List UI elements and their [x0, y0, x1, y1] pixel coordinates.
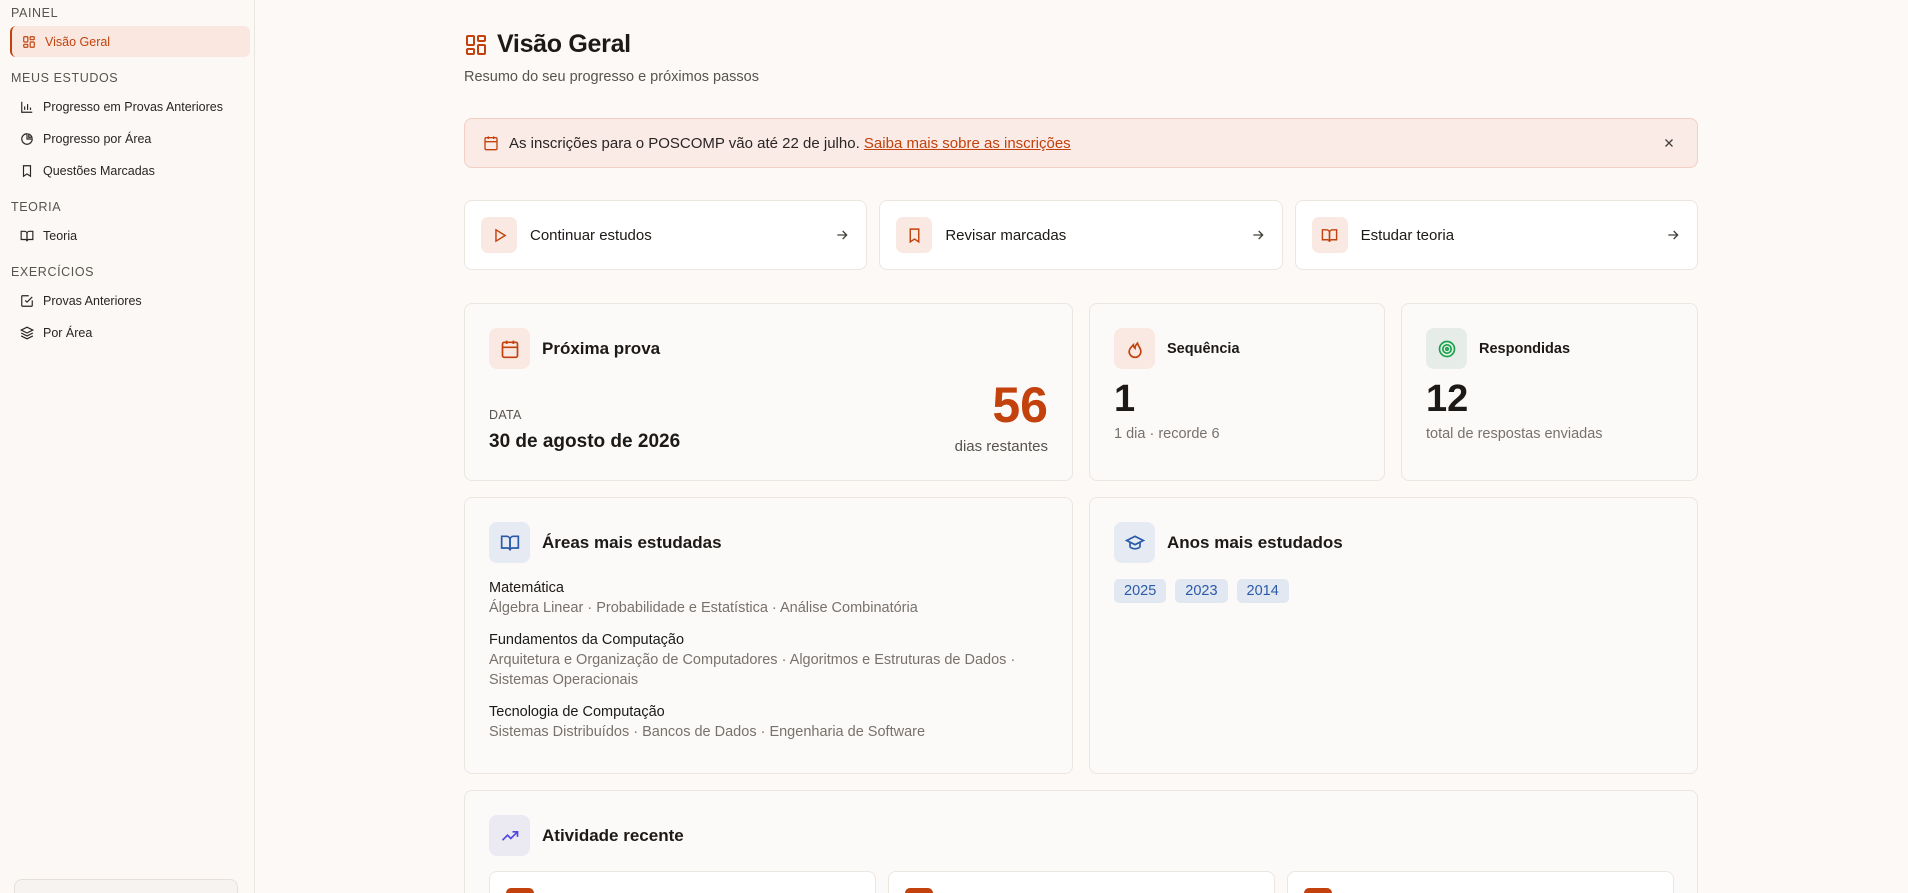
- sidebar-section-painel: PAINEL: [11, 6, 59, 20]
- area-name: Tecnologia de Computação: [489, 704, 665, 720]
- streak-card: Sequência 1 1 dia · recorde 6: [1089, 303, 1385, 481]
- activity-item[interactable]: [888, 871, 1275, 893]
- area-topics: Arquitetura e Organização de Computadore…: [489, 652, 1016, 688]
- sidebar-item-questoes-marcadas[interactable]: Questões Marcadas: [10, 155, 250, 186]
- close-icon: [1665, 139, 1673, 147]
- activity-badge: [506, 888, 534, 893]
- arrow-right-icon: [1668, 230, 1679, 240]
- flame-icon: [1127, 341, 1142, 358]
- graduation-cap-icon: [1124, 534, 1145, 550]
- sidebar-item-label: Provas Anteriores: [43, 293, 142, 308]
- years-chips: 2025 2023 2014: [1114, 579, 1289, 603]
- sidebar-footer-card[interactable]: [14, 879, 238, 893]
- card-title: Áreas mais estudadas: [542, 532, 722, 552]
- arrow-right-icon: [1252, 230, 1264, 240]
- area-name: Matemática: [489, 580, 564, 596]
- year-chip[interactable]: 2023: [1175, 579, 1228, 603]
- calendar-icon: [484, 136, 498, 151]
- play-icon: [494, 228, 507, 242]
- year-chip[interactable]: 2014: [1236, 579, 1289, 603]
- card-title: Anos mais estudados: [1167, 532, 1343, 552]
- sidebar-item-por-area[interactable]: Por Área: [10, 317, 250, 348]
- streak-value: 1: [1114, 378, 1136, 420]
- registration-banner: As inscrições para o POSCOMP vão até 22 …: [464, 118, 1698, 168]
- study-theory-button[interactable]: Estudar teoria: [1294, 200, 1698, 270]
- sidebar-item-label: Visão Geral: [45, 34, 111, 49]
- area-name: Fundamentos da Computação: [489, 632, 685, 648]
- dashboard-icon: [23, 35, 35, 48]
- exam-date-label: DATA: [489, 408, 522, 422]
- banner-link[interactable]: Saiba mais sobre as inscrições: [864, 135, 1071, 152]
- quick-action-label: Estudar teoria: [1360, 226, 1455, 244]
- bar-chart-icon: [21, 101, 33, 113]
- page-subtitle: Resumo do seu progresso e próximos passo…: [464, 69, 759, 85]
- activity-item[interactable]: [1287, 871, 1674, 893]
- sidebar-item-label: Questões Marcadas: [43, 163, 155, 178]
- next-exam-card: Próxima prova DATA 30 de agosto de 2026 …: [464, 303, 1073, 481]
- book-open-icon: [20, 230, 34, 241]
- activity-item[interactable]: [489, 871, 876, 893]
- sidebar-item-label: Por Área: [43, 325, 93, 340]
- quick-action-label: Continuar estudos: [530, 226, 652, 244]
- check-square-icon: [21, 294, 33, 307]
- book-open-icon: [500, 535, 519, 551]
- days-remaining: 56: [992, 377, 1048, 433]
- review-marked-button[interactable]: Revisar marcadas: [879, 200, 1283, 270]
- years-card: Anos mais estudados 2025 2023 2014: [1089, 497, 1698, 774]
- sidebar-item-progresso-area[interactable]: Progresso por Área: [10, 123, 250, 154]
- sidebar-section-exercicios: EXERCÍCIOS: [11, 265, 95, 279]
- continue-studies-button[interactable]: Continuar estudos: [464, 200, 868, 270]
- page-title: Visão Geral: [497, 30, 631, 58]
- activity-badge: [1304, 888, 1332, 893]
- sidebar-item-teoria[interactable]: Teoria: [10, 220, 250, 251]
- bookmark-icon: [22, 164, 32, 177]
- sidebar-item-visao-geral[interactable]: Visão Geral: [10, 26, 250, 57]
- card-title: Próxima prova: [542, 338, 661, 358]
- streak-subtext: 1 dia · recorde 6: [1114, 426, 1220, 442]
- main-content: Visão Geral Resumo do seu progresso e pr…: [255, 0, 1908, 893]
- list-item: Tecnologia de Computação Sistemas Distri…: [489, 702, 1048, 742]
- page-header: Visão Geral: [464, 30, 1698, 59]
- activity-card: Atividade recente: [464, 790, 1698, 893]
- quick-action-label: Revisar marcadas: [945, 226, 1067, 244]
- sidebar-item-provas-anteriores[interactable]: Provas Anteriores: [10, 285, 250, 316]
- sidebar: PAINEL Visão Geral MEUS ESTUDOS Progress…: [0, 0, 255, 893]
- bookmark-icon: [909, 227, 920, 243]
- trending-up-icon: [501, 830, 518, 841]
- exam-date: 30 de agosto de 2026: [489, 431, 681, 452]
- sidebar-item-label: Progresso em Provas Anteriores: [43, 99, 223, 114]
- area-topics: Sistemas Distribuídos · Bancos de Dados …: [489, 724, 926, 740]
- banner-close-button[interactable]: [1659, 133, 1679, 153]
- quick-actions: Continuar estudos Revisar marcadas Estud…: [464, 200, 1698, 270]
- book-open-icon: [1321, 228, 1338, 242]
- calendar-icon: [501, 340, 518, 358]
- sidebar-section-teoria: TEORIA: [11, 200, 62, 214]
- pie-chart-icon: [21, 132, 33, 145]
- dashboard-icon: [466, 34, 486, 55]
- area-topics: Álgebra Linear · Probabilidade e Estatís…: [489, 600, 918, 616]
- sidebar-item-label: Progresso por Área: [43, 131, 152, 146]
- layers-icon: [20, 326, 34, 339]
- sidebar-item-label: Teoria: [43, 228, 78, 243]
- list-item: Fundamentos da Computação Arquitetura e …: [489, 630, 1048, 690]
- sidebar-section-meus-estudos: MEUS ESTUDOS: [11, 71, 119, 85]
- target-icon: [1438, 340, 1455, 357]
- activity-list: [489, 871, 1674, 893]
- answered-card: Respondidas 12 total de respostas enviad…: [1401, 303, 1698, 481]
- arrow-right-icon: [837, 230, 848, 240]
- banner-text: As inscrições para o POSCOMP vão até 22 …: [509, 134, 1071, 152]
- list-item: Matemática Álgebra Linear · Probabilidad…: [489, 578, 1048, 618]
- sidebar-item-progresso-provas[interactable]: Progresso em Provas Anteriores: [10, 91, 250, 122]
- activity-badge: [905, 888, 933, 893]
- card-title: Respondidas: [1479, 340, 1571, 357]
- answered-value: 12: [1426, 378, 1469, 420]
- card-title: Atividade recente: [542, 825, 684, 845]
- answered-subtext: total de respostas enviadas: [1426, 426, 1603, 442]
- year-chip[interactable]: 2025: [1114, 579, 1167, 603]
- areas-card: Áreas mais estudadas Matemática Álgebra …: [464, 497, 1073, 774]
- card-title: Sequência: [1167, 340, 1240, 357]
- days-remaining-label: dias restantes: [954, 438, 1048, 455]
- areas-list: Matemática Álgebra Linear · Probabilidad…: [489, 578, 1048, 754]
